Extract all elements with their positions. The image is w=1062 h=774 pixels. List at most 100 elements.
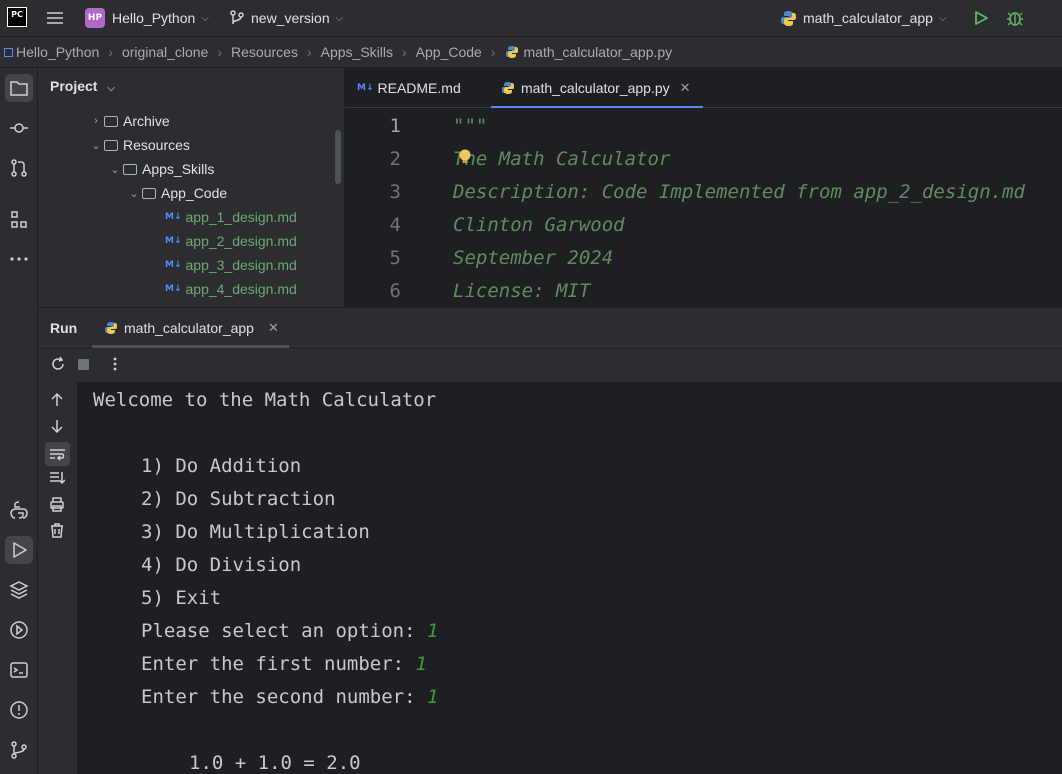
close-icon[interactable]: ✕ xyxy=(680,80,691,96)
breadcrumb-item[interactable]: Resources xyxy=(231,44,298,60)
tree-file[interactable]: M↓ app_3_design.md xyxy=(165,253,297,277)
debug-icon xyxy=(1007,12,1023,26)
breadcrumb-separator: › xyxy=(306,44,312,60)
tree-file[interactable]: M↓ app_1_design.md xyxy=(165,205,297,229)
project-selector[interactable]: HP Hello_Python ⌵ xyxy=(85,0,209,36)
branch-name: new_version xyxy=(251,10,330,26)
breadcrumb-item[interactable]: Hello_Python xyxy=(16,44,99,60)
services-icon[interactable] xyxy=(5,616,33,644)
title-bar: PC HP Hello_Python ⌵ new_version ⌵ math_… xyxy=(0,0,1062,36)
scroll-to-end-icon[interactable] xyxy=(49,470,66,491)
print-icon[interactable] xyxy=(49,496,65,517)
console-user-input: 1 xyxy=(415,653,427,675)
line-number: 6 xyxy=(389,280,401,302)
pull-requests-icon[interactable] xyxy=(5,154,33,182)
tab-label: README.md xyxy=(377,80,461,96)
breadcrumb-item[interactable]: App_Code xyxy=(416,44,482,60)
terminal-icon[interactable] xyxy=(5,656,33,684)
console-user-input: 1 xyxy=(426,686,439,708)
rerun-icon[interactable] xyxy=(50,356,66,377)
tree-label: Resources xyxy=(123,137,190,153)
tree-label: Apps_Skills xyxy=(142,161,215,177)
tree-file[interactable]: M↓ app_2_design.md xyxy=(165,229,297,253)
code-line: Description: Code Implemented from app_2… xyxy=(453,181,1025,203)
code-editor[interactable]: 1 2 3 4 5 6 """ The Math Calculator Desc… xyxy=(345,108,1062,307)
breadcrumb-separator: › xyxy=(217,44,223,60)
console-menu-item: 1) Do Addition xyxy=(141,455,302,477)
markdown-icon: M↓ xyxy=(357,83,374,93)
tab-label: math_calculator_app.py xyxy=(521,80,670,96)
tree-label: App_Code xyxy=(161,185,228,201)
tree-label: app_1_design.md xyxy=(185,209,297,225)
project-folder-icon[interactable] xyxy=(5,74,33,102)
code-line: September 2024 xyxy=(453,247,614,269)
run-panel-header: Run math_calculator_app ✕ xyxy=(38,307,1062,348)
line-number: 4 xyxy=(389,214,401,236)
debug-button[interactable] xyxy=(1006,0,1024,36)
line-number: 5 xyxy=(389,247,401,269)
project-scrollbar[interactable] xyxy=(335,130,341,184)
tree-label: Archive xyxy=(123,113,170,129)
run-side-toolbar xyxy=(38,382,77,774)
tab-readme[interactable]: M↓ README.md xyxy=(357,68,461,108)
folder-icon xyxy=(123,163,137,175)
console-result: 1.0 + 1.0 = 2.0 xyxy=(189,752,361,774)
tab-math-calculator-app[interactable]: math_calculator_app.py ✕ xyxy=(491,68,703,109)
console-menu-item: 5) Exit xyxy=(141,587,222,609)
project-panel: Project ⌵ › Archive ⌄ Resources ⌄ Apps_S… xyxy=(38,68,345,307)
chevron-down-icon: ⌄ xyxy=(129,187,139,200)
lightbulb-icon[interactable] xyxy=(458,148,472,171)
run-button[interactable] xyxy=(973,0,989,36)
console-prompt-line: Enter the first number: 1 xyxy=(141,653,427,675)
breadcrumb-separator: › xyxy=(108,44,113,60)
breadcrumb-item[interactable]: Apps_Skills xyxy=(321,44,393,60)
tree-folder-resources[interactable]: ⌄ Resources xyxy=(88,133,190,157)
breadcrumb-item-current[interactable]: math_calculator_app.py xyxy=(524,44,673,60)
layers-icon[interactable] xyxy=(5,576,33,604)
project-name: Hello_Python xyxy=(112,10,196,26)
breadcrumb: Hello_Python › original_clone › Resource… xyxy=(0,36,1062,68)
more-tools-icon[interactable] xyxy=(5,245,33,273)
breadcrumb-item[interactable]: original_clone xyxy=(122,44,208,60)
structure-icon[interactable] xyxy=(5,206,33,234)
chevron-down-icon: ⌄ xyxy=(91,139,101,152)
markdown-icon: M↓ xyxy=(165,212,182,222)
line-number: 2 xyxy=(389,148,401,170)
run-panel-title: Run xyxy=(50,320,78,336)
branch-selector[interactable]: new_version ⌵ xyxy=(229,0,343,36)
chevron-down-icon: ⌵ xyxy=(938,12,947,24)
tree-file[interactable]: M↓ app_4_design.md xyxy=(165,277,297,301)
more-options-icon[interactable] xyxy=(112,356,118,377)
tree-folder-app-code[interactable]: ⌄ App_Code xyxy=(126,181,227,205)
arrow-up-icon[interactable] xyxy=(49,392,65,413)
python-packages-icon[interactable] xyxy=(5,496,33,524)
run-tool-icon[interactable] xyxy=(5,536,33,564)
problems-icon[interactable] xyxy=(5,696,33,724)
code-line: Clinton Garwood xyxy=(453,214,625,236)
soft-wrap-icon[interactable] xyxy=(45,442,70,466)
tree-folder-archive[interactable]: › Archive xyxy=(88,109,170,133)
tree-folder-apps-skills[interactable]: ⌄ Apps_Skills xyxy=(107,157,214,181)
line-number: 3 xyxy=(389,181,401,203)
project-panel-title[interactable]: Project ⌵ xyxy=(50,78,115,94)
pycharm-logo[interactable]: PC xyxy=(7,7,27,27)
git-icon[interactable] xyxy=(5,736,33,764)
trash-icon[interactable] xyxy=(49,522,65,543)
commit-icon[interactable] xyxy=(5,114,33,142)
tree-label: app_4_design.md xyxy=(185,281,297,297)
run-tab-label: math_calculator_app xyxy=(124,320,254,336)
console-menu-item: 2) Do Subtraction xyxy=(141,488,336,510)
folder-icon xyxy=(142,187,156,199)
arrow-down-icon[interactable] xyxy=(49,418,65,439)
tree-label: app_3_design.md xyxy=(185,257,297,273)
run-config-selector[interactable]: math_calculator_app ⌵ xyxy=(780,0,947,36)
stop-icon[interactable] xyxy=(78,359,89,370)
run-console[interactable]: Welcome to the Math Calculator 1) Do Add… xyxy=(77,382,1062,774)
console-prompt-line: Enter the second number: 1 xyxy=(141,686,438,708)
module-icon xyxy=(4,47,13,57)
hamburger-menu-icon[interactable] xyxy=(46,0,64,36)
close-icon[interactable]: ✕ xyxy=(268,320,279,336)
console-prompt: Enter the second number: xyxy=(141,686,427,708)
run-tab[interactable]: math_calculator_app ✕ xyxy=(92,308,289,348)
folder-icon xyxy=(104,139,118,151)
